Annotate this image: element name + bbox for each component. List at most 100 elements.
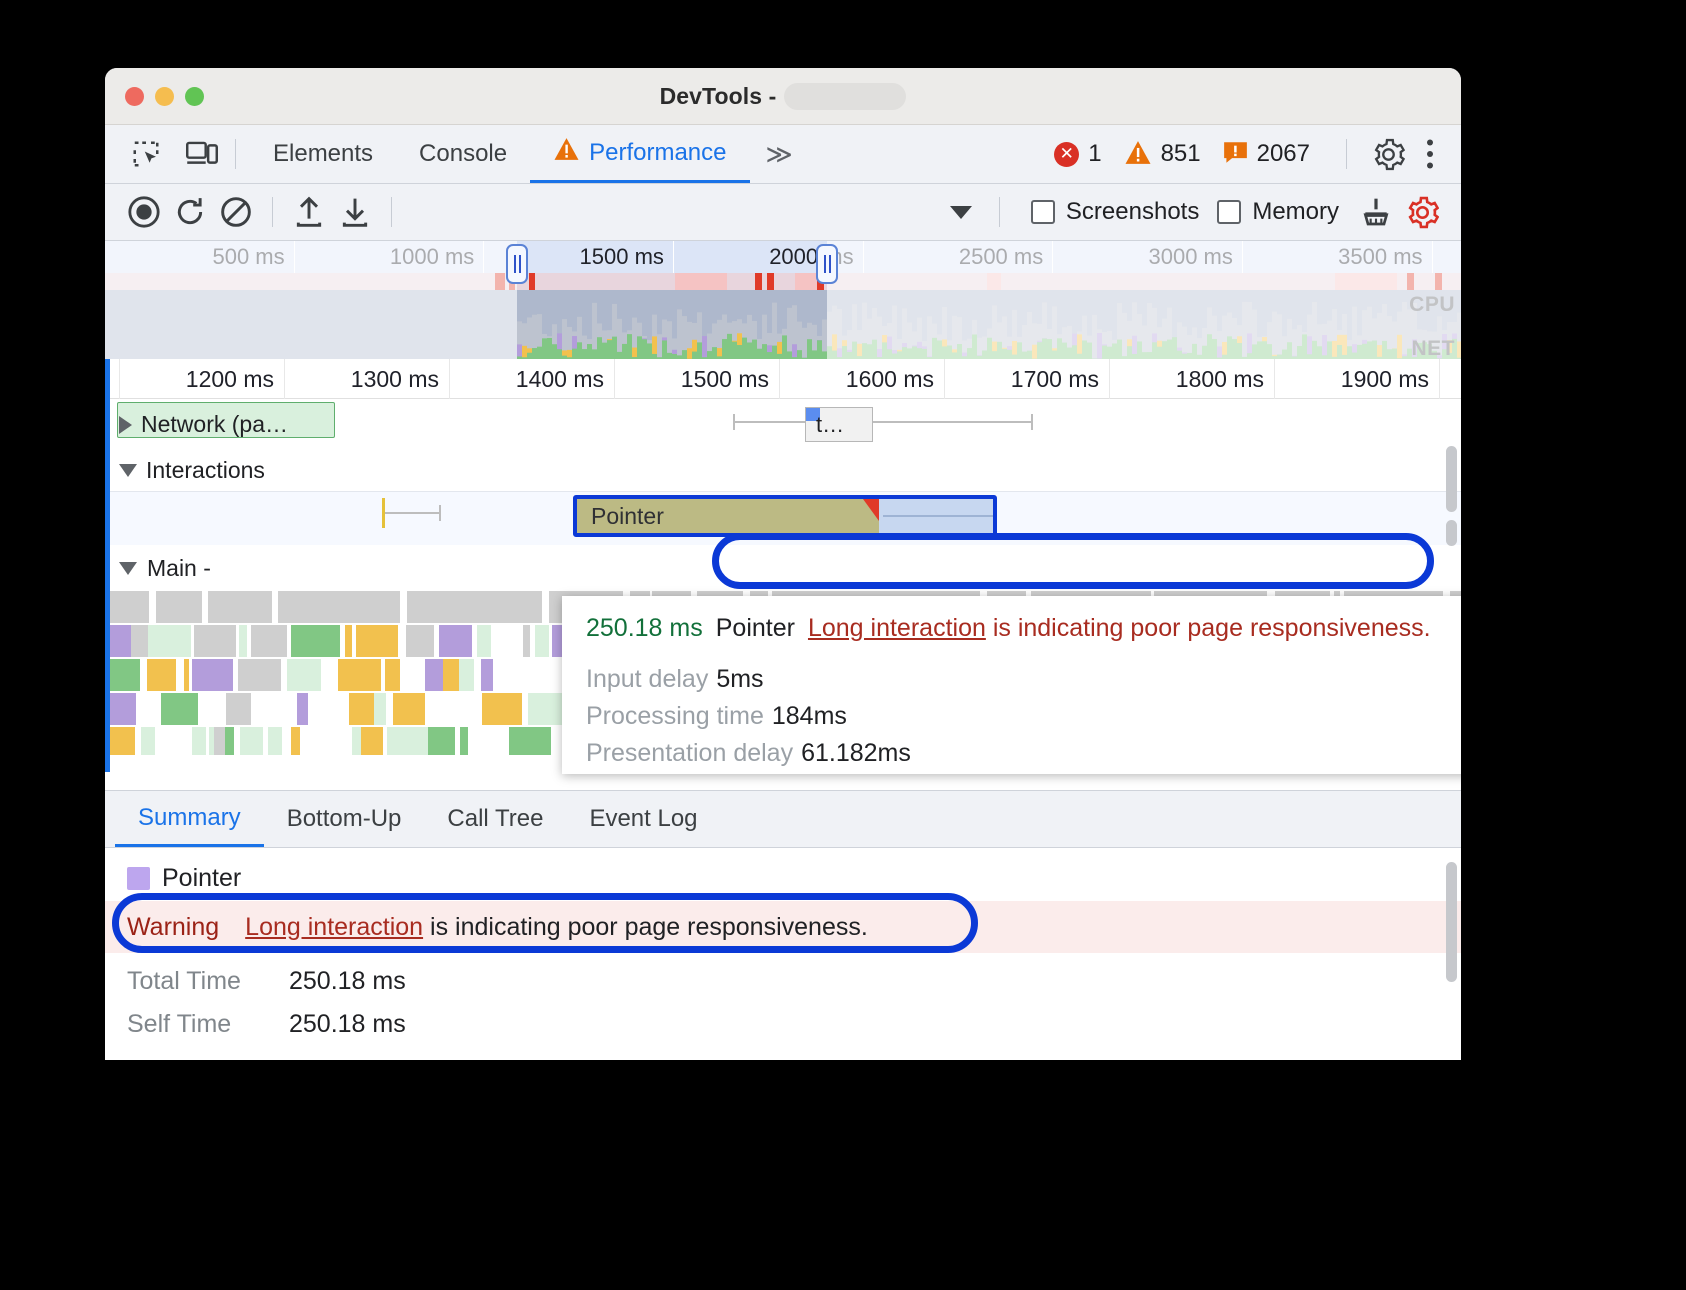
timeline-overview[interactable]: 500 ms1000 ms1500 ms2000 ms2500 ms3000 m… [105, 241, 1461, 359]
interaction-pointer-bar[interactable]: Pointer [573, 495, 997, 537]
warning-counter[interactable]: 851 [1124, 140, 1201, 168]
tab-call-tree-label: Call Tree [447, 805, 543, 833]
screenshots-checkbox[interactable]: Screenshots [1031, 198, 1199, 226]
tooltip-presentation-delay-key: Presentation delay [586, 739, 793, 767]
summary-panel: Pointer Warning Long interaction is indi… [105, 848, 1461, 1039]
overview-window-handle-left[interactable] [506, 244, 528, 284]
flamechart-scrollbar[interactable] [1446, 446, 1457, 512]
memory-checkbox[interactable]: Memory [1217, 198, 1339, 226]
capture-settings-icon[interactable] [1399, 192, 1445, 232]
total-time-value: 250.18 ms [289, 967, 406, 996]
track-network-header[interactable]: Network (pa… [119, 411, 288, 438]
kebab-menu-icon[interactable] [1417, 137, 1443, 171]
tooltip-event-name: Pointer [716, 614, 795, 643]
network-event-chip[interactable]: t… [805, 407, 873, 442]
window-controls[interactable] [125, 87, 204, 106]
track-interactions-header[interactable]: Interactions [119, 457, 265, 484]
reload-and-record-button[interactable] [167, 192, 213, 232]
network-event-start-cap [733, 414, 735, 430]
overview-net-mark-4 [755, 273, 762, 290]
devtools-tabbar: Elements Console Performance ≫ [105, 125, 1461, 184]
error-counter[interactable]: ✕ 1 [1054, 140, 1101, 168]
tooltip-row-presentation-delay: Presentation delay61.182ms [586, 739, 1461, 768]
tab-bottom-up[interactable]: Bottom-Up [264, 791, 425, 847]
interactions-band[interactable]: Pointer [105, 491, 1461, 545]
error-icon: ✕ [1054, 142, 1079, 167]
interaction-warning-triangle-icon [863, 499, 879, 521]
total-time-key: Total Time [127, 967, 267, 996]
more-tabs-icon[interactable]: ≫ [766, 139, 789, 170]
devtools-window: DevTools - Eleme [105, 68, 1461, 1060]
timeline-tick-4: 1500 ms [615, 359, 780, 399]
chevron-down-icon[interactable] [119, 562, 137, 575]
summary-warning-row: Warning Long interaction is indicating p… [105, 901, 1461, 953]
tab-console-label: Console [419, 140, 507, 168]
network-event-end-cap [1031, 414, 1033, 430]
gear-icon[interactable] [1369, 137, 1407, 171]
record-button[interactable] [121, 192, 167, 232]
window-title-wrap: DevTools - [105, 68, 1461, 124]
tooltip-header: 250.18 ms Pointer Long interaction is in… [586, 614, 1461, 643]
overview-net-mark-2 [529, 273, 535, 290]
tab-console[interactable]: Console [396, 125, 530, 183]
chevron-down-icon[interactable] [119, 464, 137, 477]
maximize-window-button[interactable] [185, 87, 204, 106]
timeline-tick-1: 1200 ms [120, 359, 285, 399]
history-dropdown[interactable] [415, 193, 980, 231]
tab-performance[interactable]: Performance [530, 125, 749, 183]
tooltip-warning-rest: is indicating poor page responsiveness. [986, 614, 1431, 642]
error-count: 1 [1088, 140, 1101, 168]
summary-row-total-time: Total Time 250.18 ms [127, 967, 1439, 996]
network-event-line [733, 421, 1033, 423]
track-main-header[interactable]: Main - [119, 555, 211, 582]
minimize-window-button[interactable] [155, 87, 174, 106]
tab-performance-label: Performance [589, 139, 726, 167]
overview-window-handle-right[interactable] [816, 244, 838, 284]
panel-tabs: Elements Console Performance ≫ [250, 125, 789, 183]
tooltip-rows: Input delay5ms Processing time184ms Pres… [586, 665, 1461, 768]
device-toggle-icon[interactable] [183, 137, 221, 171]
interaction-minor-line [385, 512, 441, 514]
event-tooltip: 250.18 ms Pointer Long interaction is in… [562, 596, 1461, 774]
tab-event-log-label: Event Log [589, 805, 697, 833]
flamechart-scrollbar-thumb2[interactable] [1446, 520, 1457, 546]
counters-divider [1346, 139, 1347, 169]
screenshots-checkbox-box[interactable] [1031, 200, 1055, 224]
legend-label: Pointer [162, 864, 241, 893]
toolbar-divider-2 [391, 197, 392, 227]
toolbar-divider-1 [272, 197, 273, 227]
tooltip-warning-link[interactable]: Long interaction [808, 614, 986, 642]
inspect-icon[interactable] [127, 137, 165, 171]
track-interactions-label: Interactions [146, 457, 265, 484]
info-message-icon [1223, 140, 1248, 168]
tab-summary-label: Summary [138, 804, 241, 832]
tab-call-tree[interactable]: Call Tree [424, 791, 566, 847]
collect-garbage-icon[interactable] [1353, 192, 1399, 232]
tabbar-divider [235, 139, 236, 169]
toolbar-divider-3 [999, 197, 1000, 227]
track-interactions[interactable]: Interactions [105, 449, 1461, 491]
track-main[interactable]: Main - [105, 545, 1461, 591]
tab-elements[interactable]: Elements [250, 125, 396, 183]
load-profile-button[interactable] [286, 192, 332, 232]
clear-button[interactable] [213, 192, 259, 232]
tooltip-row-processing-time: Processing time184ms [586, 702, 1461, 731]
warning-triangle-icon [553, 137, 580, 168]
info-counter[interactable]: 2067 [1223, 140, 1310, 168]
tab-summary[interactable]: Summary [115, 791, 264, 847]
overview-net-mark-3 [675, 273, 727, 290]
performance-toolbar: Screenshots Memory [105, 184, 1461, 241]
summary-scrollbar[interactable] [1446, 862, 1457, 982]
summary-warning-link[interactable]: Long interaction [245, 913, 423, 941]
track-network[interactable]: Network (pa… t… [105, 399, 1461, 449]
chevron-right-icon[interactable] [119, 416, 132, 434]
close-window-button[interactable] [125, 87, 144, 106]
track-network-label: Network (pa… [141, 411, 288, 438]
save-profile-button[interactable] [332, 192, 378, 232]
overview-dim-left [105, 241, 517, 359]
tooltip-input-delay-key: Input delay [586, 665, 708, 693]
chevron-down-icon [950, 206, 972, 219]
warning-count: 851 [1161, 140, 1201, 168]
tab-event-log[interactable]: Event Log [566, 791, 720, 847]
memory-checkbox-box[interactable] [1217, 200, 1241, 224]
